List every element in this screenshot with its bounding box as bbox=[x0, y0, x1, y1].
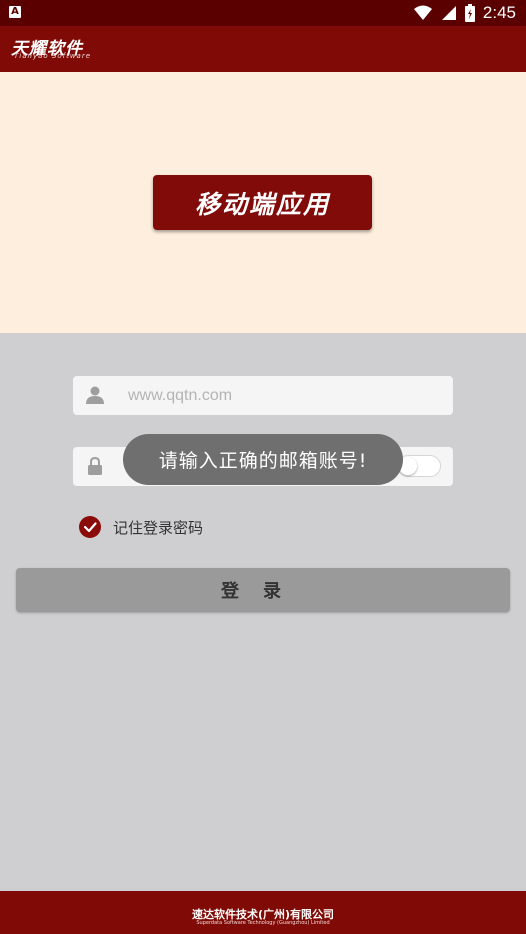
show-password-toggle[interactable] bbox=[397, 455, 441, 477]
hero-banner: 移动端应用 bbox=[0, 72, 526, 333]
username-field[interactable] bbox=[73, 376, 453, 415]
mobile-app-button[interactable]: 移动端应用 bbox=[153, 175, 372, 230]
remember-label: 记住登录密码 bbox=[113, 518, 204, 537]
status-time: 2:45 bbox=[482, 3, 516, 22]
check-icon bbox=[83, 522, 97, 533]
footer: 速达软件技术(广州)有限公司 Superdata Software Techno… bbox=[0, 891, 526, 934]
wifi-icon bbox=[413, 5, 432, 20]
username-input[interactable] bbox=[128, 376, 428, 415]
brand-subtitle: Tianyao Software bbox=[14, 52, 92, 60]
remember-checkbox[interactable] bbox=[79, 516, 101, 538]
remember-password[interactable]: 记住登录密码 bbox=[79, 516, 203, 538]
app-bar: 天耀软件 bbox=[0, 26, 526, 72]
login-button[interactable]: 登录 bbox=[16, 568, 510, 612]
footer-company-en: Superdata Software Technology (Guangzhou… bbox=[196, 920, 330, 926]
signal-icon bbox=[441, 6, 456, 20]
user-icon bbox=[86, 386, 104, 404]
notification-a-icon: A bbox=[9, 6, 21, 18]
battery-icon bbox=[464, 4, 475, 22]
status-bar: A 2:45 bbox=[0, 0, 526, 26]
toast-message: 请输入正确的邮箱账号! bbox=[123, 434, 403, 485]
status-indicators: 2:45 bbox=[413, 3, 516, 23]
lock-icon bbox=[88, 456, 102, 475]
